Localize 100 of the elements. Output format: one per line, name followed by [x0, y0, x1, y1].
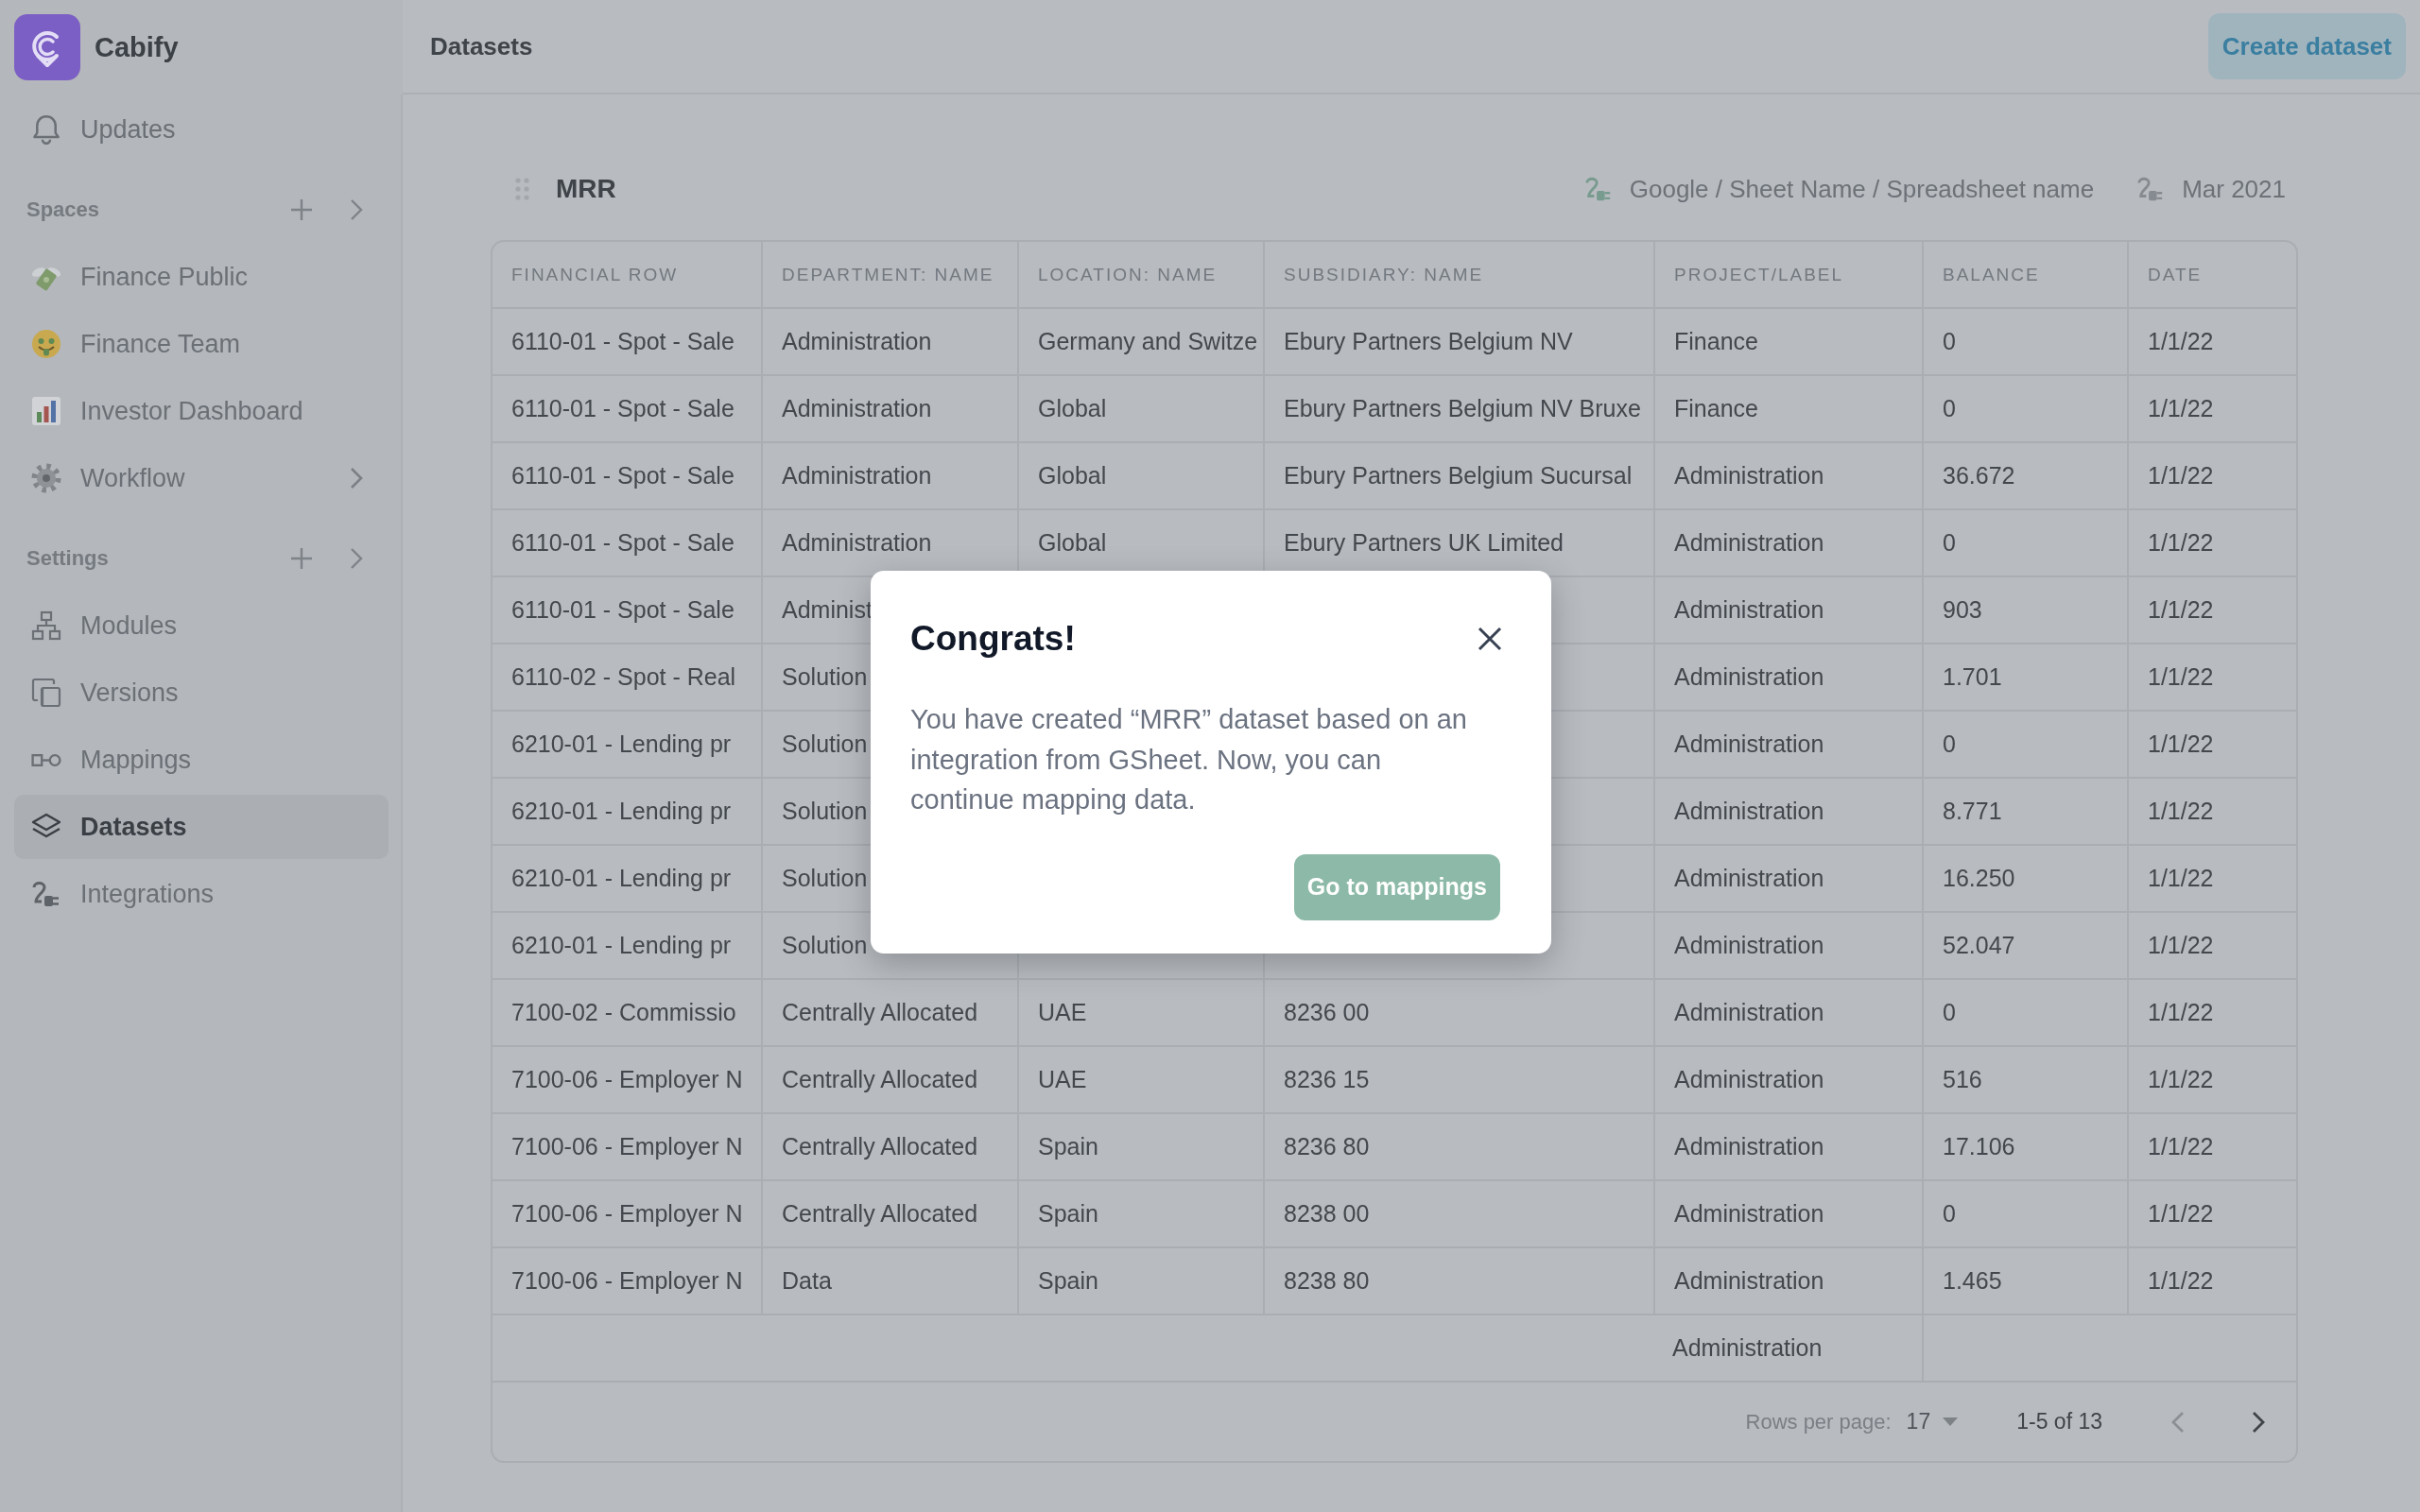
- table-cell: 1/1/22: [2127, 913, 2296, 978]
- table-cell: Ebury Partners Belgium NV: [1263, 309, 1653, 374]
- table-cell: Administration: [1653, 510, 1922, 576]
- table-cell-text: 7100-06 - Employer N: [510, 1266, 744, 1296]
- table-cell: 1/1/22: [2127, 376, 2296, 441]
- sidebar-item[interactable]: Investor Dashboard: [14, 379, 389, 443]
- table-cell: Ebury Partners Belgium NV Bruxe: [1263, 376, 1653, 441]
- table-cell: Spain: [1017, 1181, 1263, 1246]
- table-cell: Administration: [1653, 1181, 1922, 1246]
- table-cell: Administration: [761, 443, 1017, 508]
- table-cell: 0: [1922, 1181, 2127, 1246]
- table-cell: 1.465: [1922, 1248, 2127, 1314]
- table-cell: 903: [1922, 577, 2127, 643]
- rows-per-page-select[interactable]: 17: [1906, 1409, 1931, 1435]
- table-cell: Spain: [1017, 1114, 1263, 1179]
- table-cell: Global: [1017, 443, 1263, 508]
- table-cell: Administration: [1653, 779, 1922, 844]
- create-dataset-button[interactable]: Create dataset: [2207, 13, 2406, 79]
- column-header: LOCATION: NAME: [1017, 242, 1263, 307]
- table-cell: Administration: [1653, 712, 1922, 777]
- sidebar-item[interactable]: Finance Public: [14, 245, 389, 309]
- page-range: 1-5 of 13: [2016, 1409, 2102, 1435]
- gear-icon: [31, 463, 61, 493]
- table-cell: Administration: [1653, 1248, 1922, 1314]
- table-cell: Centrally Allocated: [761, 1047, 1017, 1112]
- connector-icon: [31, 752, 61, 767]
- table-cell: Administration: [761, 309, 1017, 374]
- table-cell: 1.701: [1922, 644, 2127, 710]
- column-header: DEPARTMENT: NAME: [761, 242, 1017, 307]
- bar-chart-icon: [31, 396, 61, 426]
- table-cell-text: 6110-01 - Spot - Sale: [510, 528, 735, 558]
- caret-down-icon[interactable]: [1943, 1418, 1959, 1426]
- sidebar-item[interactable]: Datasets: [14, 795, 389, 859]
- table-cell: 0: [1922, 376, 2127, 441]
- sidebar-item[interactable]: Workflow: [14, 446, 389, 510]
- close-icon[interactable]: [1478, 627, 1502, 651]
- table-cell: 1/1/22: [2127, 1181, 2296, 1246]
- table-cell-text: 6210-01 - Lending pr: [510, 730, 733, 759]
- table-cell-text: 6210-01 - Lending pr: [510, 931, 733, 960]
- table-cell-text: 6110-01 - Spot - Sale: [510, 394, 735, 423]
- column-header: PROJECT/LABEL: [1653, 242, 1922, 307]
- table-cell: 1/1/22: [2127, 1114, 2296, 1179]
- table-cell: Administration: [1653, 1047, 1922, 1112]
- table-cell-text: 6210-01 - Lending pr: [510, 864, 733, 893]
- table-cell-text: 7100-06 - Employer N: [510, 1199, 744, 1228]
- table-cell: 0: [1922, 980, 2127, 1045]
- column-header: FINANCIAL ROW: [510, 263, 680, 286]
- table-cell: 1/1/22: [2127, 309, 2296, 374]
- table-cell: Administration: [1653, 846, 1922, 911]
- table-cell: Germany and Switze: [1017, 309, 1263, 374]
- table-cell: Administration: [1653, 644, 1922, 710]
- period-label: Mar 2021: [2182, 174, 2286, 204]
- table-cell: UAE: [1017, 980, 1263, 1045]
- table-cell: 1/1/22: [2127, 510, 2296, 576]
- table-cell: 1/1/22: [2127, 1248, 2296, 1314]
- table-cell: 1/1/22: [2127, 577, 2296, 643]
- table-cell: 1/1/22: [2127, 779, 2296, 844]
- table-cell: Data: [761, 1248, 1017, 1314]
- table-cell: 1/1/22: [2127, 1047, 2296, 1112]
- table-cell-text: Administration: [1671, 1333, 1824, 1363]
- table-cell: Global: [1017, 376, 1263, 441]
- go-to-mappings-button[interactable]: Go to mappings: [1293, 853, 1500, 920]
- table-cell: 52.047: [1922, 913, 2127, 978]
- table-cell: 8236 80: [1263, 1114, 1653, 1179]
- plus-icon[interactable]: [290, 198, 313, 221]
- money-face-icon: [31, 329, 61, 359]
- chevron-right-icon[interactable]: [2252, 1410, 2265, 1434]
- table-cell: 8236 15: [1263, 1047, 1653, 1112]
- plus-icon[interactable]: [290, 547, 313, 570]
- sidebar-item[interactable]: Versions: [14, 661, 389, 725]
- table-cell: Centrally Allocated: [761, 1114, 1017, 1179]
- sidebar-item[interactable]: Integrations: [14, 862, 389, 926]
- table-cell: 1/1/22: [2127, 644, 2296, 710]
- sitemap-icon: [31, 610, 61, 641]
- sidebar-item[interactable]: Modules: [14, 593, 389, 658]
- table-cell-text: 7100-02 - Commissio: [510, 998, 737, 1027]
- sidebar-item[interactable]: Updates: [14, 97, 389, 162]
- table-cell: 1/1/22: [2127, 712, 2296, 777]
- plug-icon: [31, 879, 61, 909]
- table-cell: 1/1/22: [2127, 846, 2296, 911]
- table-cell: 8236 00: [1263, 980, 1653, 1045]
- table-cell-text: 6110-01 - Spot - Sale: [510, 595, 735, 625]
- sidebar-item[interactable]: Finance Team: [14, 312, 389, 376]
- table-cell-text: 6210-01 - Lending pr: [510, 797, 733, 826]
- column-header: BALANCE: [1922, 242, 2127, 307]
- table-cell-text: 6110-01 - Spot - Sale: [510, 461, 735, 490]
- table-cell: Finance: [1653, 376, 1922, 441]
- section-label: Settings: [26, 546, 110, 571]
- source-path: Google / Sheet Name / Spreadsheet name: [1629, 174, 2095, 204]
- table-cell: 8238 00: [1263, 1181, 1653, 1246]
- table-cell: Administration: [1653, 443, 1922, 508]
- table-cell-text: 7100-06 - Employer N: [510, 1132, 744, 1161]
- table-cell: 17.106: [1922, 1114, 2127, 1179]
- brand-name: Cabify: [95, 31, 179, 63]
- table-cell: Centrally Allocated: [761, 1181, 1017, 1246]
- table-cell: Ebury Partners Belgium Sucursal: [1263, 443, 1653, 508]
- sidebar-item[interactable]: Mappings: [14, 728, 389, 792]
- table-cell: Administration: [1653, 577, 1922, 643]
- section-label: Spaces: [26, 198, 101, 222]
- table-cell: 36.672: [1922, 443, 2127, 508]
